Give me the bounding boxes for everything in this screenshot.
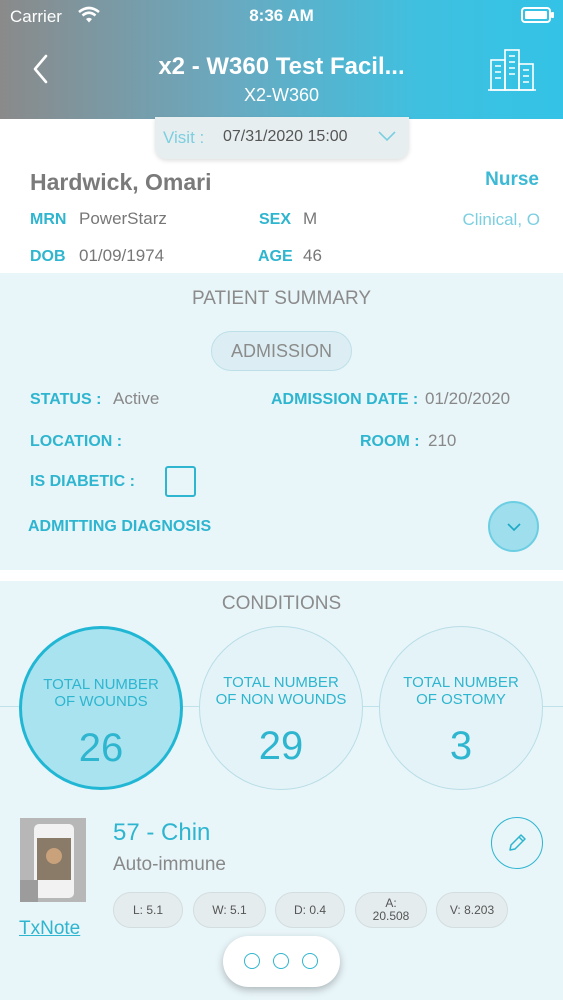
sex-label: SEX [259,211,292,228]
age-label: AGE [258,248,293,265]
patient-name: Hardwick, Omari [30,169,212,195]
measurement-length-value: L: 5.1 [132,903,164,917]
patient-summary-title: PATIENT SUMMARY [191,288,372,309]
dot-icon [244,953,260,969]
measurement-width: W: 5.1 [193,892,266,928]
measurement-length: L: 5.1 [113,892,183,928]
mrn-value: PowerStarz [79,209,167,228]
visit-label: Visit : [163,128,205,147]
wounds-count-value: 26 [78,726,124,770]
edit-wound-button[interactable] [491,817,543,869]
wound-title[interactable]: 57 - Chin [113,819,210,847]
nav-header: Carrier 8:36 AM x2 - W360 Test Facil... … [0,0,563,119]
user-role: Nurse [485,169,539,190]
measurement-area-value: 20.508 [372,909,410,923]
status-time: 8:36 AM [249,6,314,25]
measurement-depth-value: D: 0.4 [293,903,326,917]
admission-date-value: 01/20/2020 [425,389,511,408]
patient-summary-panel: PATIENT SUMMARY ADMISSION STATUS : Activ… [0,273,563,570]
wounds-count-label: TOTAL NUMBER OF WOUNDS [43,676,159,710]
dob-value: 01/09/1974 [79,246,165,265]
measurement-area: A: 20.508 [355,892,427,928]
dot-icon [273,953,289,969]
pencil-icon [509,834,526,851]
non-wounds-count-circle[interactable]: TOTAL NUMBER OF NON WOUNDS 29 [199,626,363,790]
mrn-label: MRN [30,211,67,228]
room-label: ROOM : [360,433,420,450]
buildings-icon[interactable] [488,46,536,92]
wounds-count-circle[interactable]: TOTAL NUMBER OF WOUNDS 26 [19,626,183,790]
chevron-down-icon [377,129,397,148]
measurement-volume-value: V: 8.203 [449,903,495,917]
age-value: 46 [303,246,322,265]
non-wounds-count-value: 29 [258,724,304,768]
conditions-title: CONDITIONS [221,593,342,614]
wound-type: Auto-immune [113,854,226,875]
facility-subtitle: X2-W360 [243,85,320,105]
non-wounds-count-label: TOTAL NUMBER OF NON WOUNDS [215,674,347,708]
battery-icon [521,7,554,23]
ostomy-count-value: 3 [449,724,473,768]
admission-button[interactable]: ADMISSION [211,331,352,371]
status-label: STATUS : [30,391,102,408]
measurement-depth: D: 0.4 [275,892,345,928]
diabetic-checkbox[interactable] [165,466,196,497]
visit-selector[interactable]: Visit : 07/31/2020 15:00 [155,117,409,159]
wound-thumbnail[interactable] [20,818,86,902]
facility-title: x2 - W360 Test Facil... [158,53,405,80]
dob-label: DOB [30,248,66,265]
visit-value: 07/31/2020 15:00 [223,128,348,145]
clinical-label: Clinical, O [462,210,540,229]
room-value: 210 [428,431,457,450]
diabetic-label: IS DIABETIC : [30,473,135,490]
measurement-width-value: W: 5.1 [212,903,247,917]
admitting-diagnosis-label: ADMITTING DIAGNOSIS [28,518,212,535]
txnote-link[interactable]: TxNote [19,918,80,940]
expand-diagnosis-button[interactable] [488,501,539,552]
location-label: LOCATION : [30,433,123,450]
status-value: Active [113,389,160,408]
sex-value: M [303,209,318,228]
chevron-down-icon [507,523,521,532]
status-bar: Carrier 8:36 AM [0,0,563,32]
more-options-button[interactable] [223,936,340,987]
admission-date-label: ADMISSION DATE : [271,391,419,408]
ostomy-count-label: TOTAL NUMBER OF OSTOMY [403,674,519,708]
measurement-volume: V: 8.203 [436,892,508,928]
ostomy-count-circle[interactable]: TOTAL NUMBER OF OSTOMY 3 [379,626,543,790]
dot-icon [302,953,318,969]
